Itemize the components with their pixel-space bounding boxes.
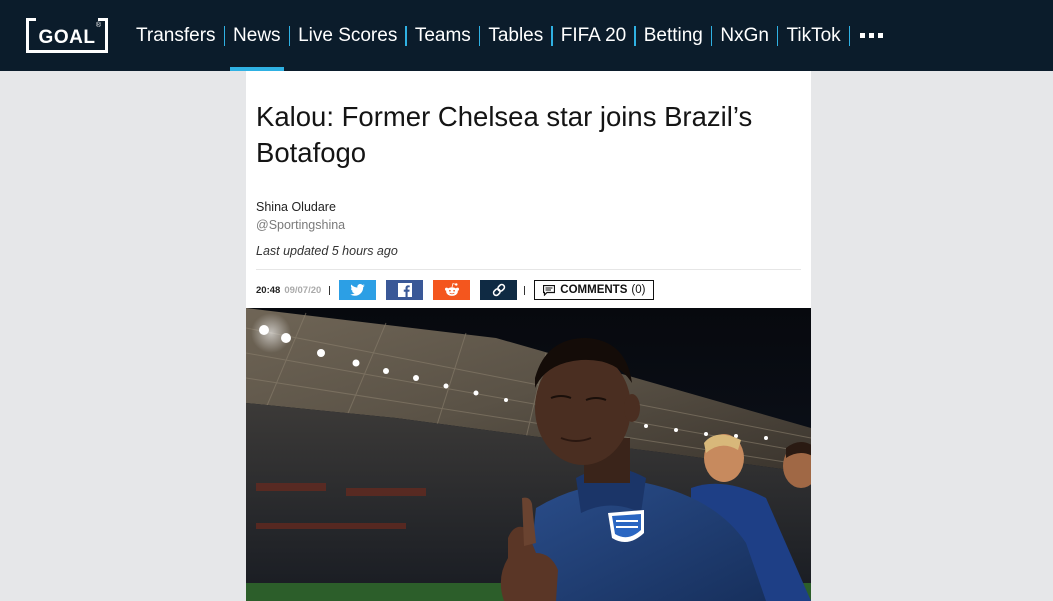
share-twitter-button[interactable] [339, 280, 377, 300]
nav-item-fifa-20[interactable]: FIFA 20 [553, 0, 634, 71]
stadium-photo [246, 308, 811, 601]
publish-date: 09/07/20 [284, 284, 322, 296]
nav-item-transfers[interactable]: Transfers [128, 0, 224, 71]
comments-label: COMMENTS [560, 284, 628, 296]
registered-mark: ® [95, 22, 101, 29]
twitter-icon [350, 284, 365, 296]
nav-item-tables[interactable]: Tables [480, 0, 551, 71]
meta-separator [329, 285, 331, 295]
top-navigation: GOAL ® Transfers News Live Scores Teams … [0, 0, 1053, 71]
reddit-icon [444, 283, 459, 296]
ellipsis-icon[interactable] [850, 0, 893, 71]
article-meta-bar: 20:48 09/07/20 COMMENTS (0) [256, 279, 655, 301]
nav-item-betting[interactable]: Betting [636, 0, 711, 71]
author-handle[interactable]: @Sportingshina [256, 218, 345, 232]
facebook-icon [397, 283, 412, 297]
divider [256, 269, 801, 270]
last-updated: Last updated 5 hours ago [256, 244, 398, 258]
copy-link-button[interactable] [480, 280, 518, 300]
article-hero-image [246, 308, 811, 601]
logo-text: GOAL [38, 27, 96, 48]
comments-button[interactable]: COMMENTS (0) [534, 280, 655, 300]
share-facebook-button[interactable] [386, 280, 424, 300]
goal-logo[interactable]: GOAL ® [26, 18, 108, 53]
nav-item-tiktok[interactable]: TikTok [778, 0, 848, 71]
article-card: Kalou: Former Chelsea star joins Brazil’… [246, 71, 811, 308]
comments-count: (0) [631, 284, 646, 296]
nav-item-live-scores[interactable]: Live Scores [290, 0, 405, 71]
link-icon [492, 283, 505, 297]
publish-time: 20:48 [256, 284, 281, 296]
nav-item-news[interactable]: News [225, 0, 289, 71]
nav-item-nxgn[interactable]: NxGn [712, 0, 777, 71]
article-title: Kalou: Former Chelsea star joins Brazil’… [256, 101, 753, 168]
nav-item-teams[interactable]: Teams [407, 0, 479, 71]
author-name[interactable]: Shina Oludare [256, 200, 336, 214]
comment-icon [543, 284, 556, 296]
meta-separator [524, 285, 526, 295]
share-reddit-button[interactable] [433, 280, 471, 300]
main-nav: Transfers News Live Scores Teams Tables … [128, 0, 893, 71]
